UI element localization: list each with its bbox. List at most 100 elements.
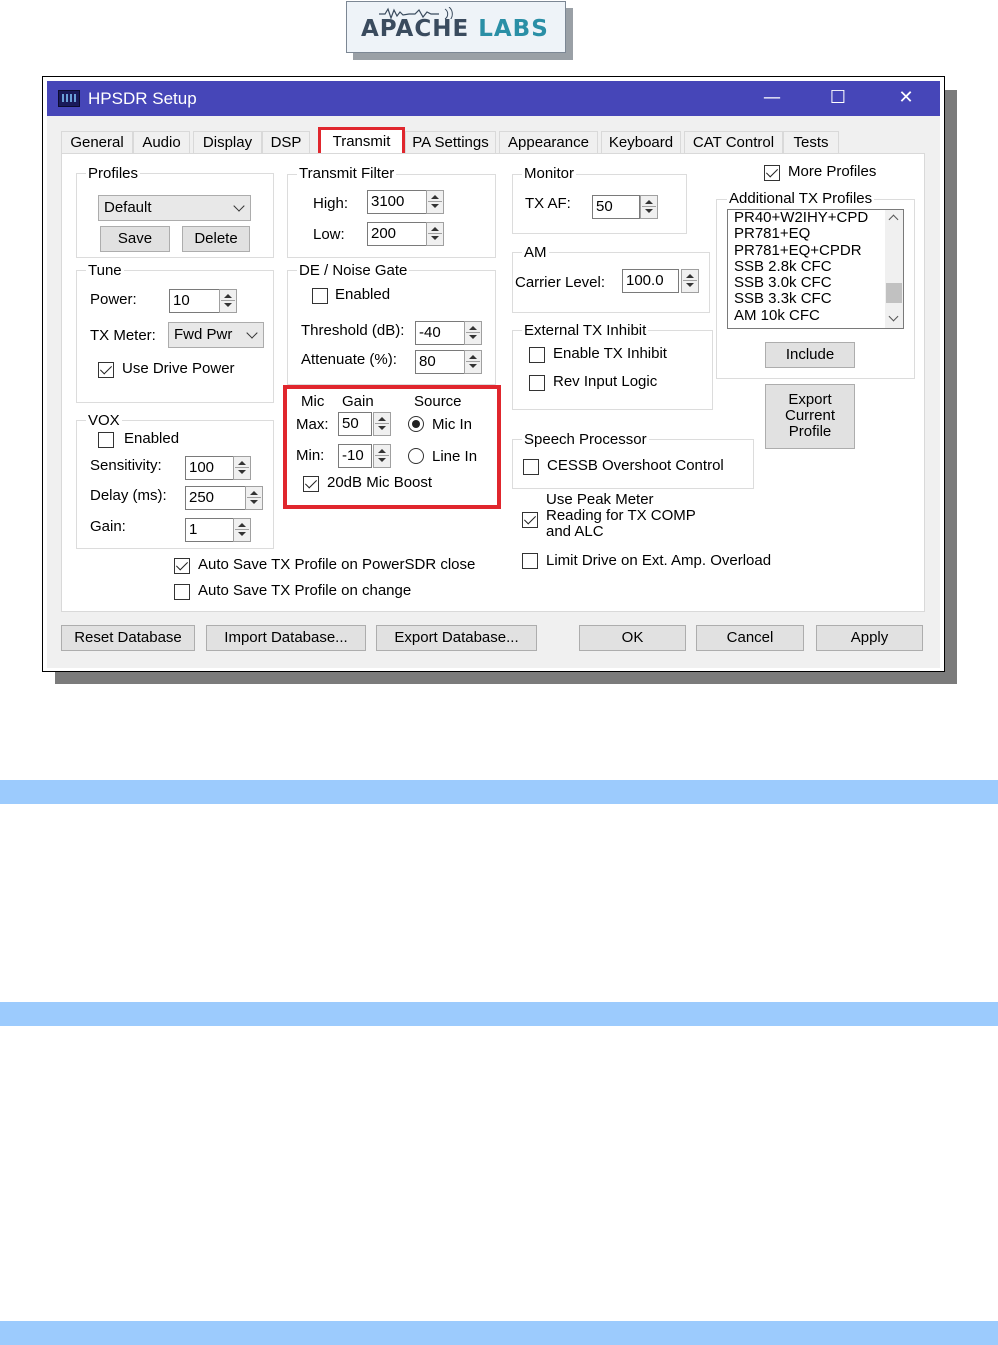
include-button[interactable]: Include	[765, 342, 855, 368]
list-item[interactable]: AM 10k CFC	[728, 307, 903, 324]
tab-appearance[interactable]: Appearance	[499, 131, 598, 153]
peak-meter-checkbox[interactable]	[522, 512, 538, 528]
sensitivity-input[interactable]: 100	[185, 456, 235, 480]
mic-min-input[interactable]: -10	[338, 444, 372, 468]
rev-input-logic-checkbox[interactable]	[529, 375, 545, 391]
tab-display[interactable]: Display	[193, 131, 262, 153]
cancel-button[interactable]: Cancel	[696, 625, 804, 651]
noise-gate-enabled-checkbox[interactable]	[312, 288, 328, 304]
list-item[interactable]: SSB 3.0k CFC	[728, 274, 903, 291]
title-bar[interactable]: HPSDR Setup — ☐ ✕	[47, 81, 940, 116]
tab-dsp[interactable]: DSP	[262, 131, 310, 153]
tab-keyboard[interactable]: Keyboard	[601, 131, 681, 153]
attenuate-spinner[interactable]	[464, 350, 482, 374]
list-item[interactable]: PR781+EQ	[728, 225, 903, 242]
vox-gain-spinner[interactable]	[233, 518, 251, 542]
tab-cat-control[interactable]: CAT Control	[684, 131, 783, 153]
threshold-input[interactable]: -40	[415, 321, 465, 345]
mic-max-input[interactable]: 50	[338, 412, 372, 436]
use-drive-power-checkbox[interactable]	[98, 362, 114, 378]
delete-profile-button[interactable]: Delete	[182, 226, 250, 252]
list-item[interactable]: PR781+EQ+CPDR	[728, 242, 903, 259]
more-profiles-checkbox[interactable]	[764, 165, 780, 181]
power-spinner[interactable]	[219, 289, 237, 313]
sensitivity-spinner[interactable]	[233, 456, 251, 480]
threshold-spinner[interactable]	[464, 321, 482, 345]
low-spinner[interactable]	[426, 222, 444, 246]
high-spinner[interactable]	[426, 190, 444, 214]
carrier-level-spinner[interactable]	[681, 269, 699, 293]
tab-audio[interactable]: Audio	[133, 131, 190, 153]
low-input[interactable]: 200	[367, 222, 427, 246]
cessb-checkbox[interactable]	[523, 459, 539, 475]
tx-meter-label: TX Meter:	[90, 327, 156, 344]
line-in-radio[interactable]	[408, 448, 424, 464]
auto-save-change-checkbox[interactable]	[174, 584, 190, 600]
carrier-level-input[interactable]: 100.0	[622, 269, 679, 293]
vox-gain-input[interactable]: 1	[185, 518, 235, 542]
delay-label: Delay (ms):	[90, 487, 167, 504]
profiles-group-label: Profiles	[86, 165, 141, 182]
reset-database-button[interactable]: Reset Database	[61, 625, 195, 651]
mic-in-label: Mic In	[432, 416, 473, 433]
additional-profiles-list[interactable]: PR40+W2IHY+CPD PR781+EQ PR781+EQ+CPDR SS…	[727, 209, 904, 329]
mic-boost-label: 20dB Mic Boost	[327, 474, 433, 491]
tx-af-spinner[interactable]	[640, 195, 658, 219]
tx-af-input[interactable]: 50	[592, 195, 640, 219]
tab-general[interactable]: General	[61, 131, 133, 153]
limit-drive-label: Limit Drive on Ext. Amp. Overload	[546, 552, 772, 569]
power-input[interactable]: 10	[169, 289, 221, 313]
mic-boost-checkbox[interactable]	[303, 476, 319, 492]
mic-gain-label: Gain	[342, 393, 374, 410]
mic-source-label: Source	[414, 393, 462, 410]
auto-save-close-label: Auto Save TX Profile on PowerSDR close	[198, 556, 476, 573]
ext-inhibit-group	[512, 330, 713, 410]
apply-button[interactable]: Apply	[816, 625, 923, 651]
speech-processor-label: Speech Processor	[522, 431, 649, 448]
monitor-label: Monitor	[522, 165, 577, 182]
vox-group-label: VOX	[86, 412, 122, 429]
profile-select[interactable]: Default	[98, 195, 251, 221]
maximize-button[interactable]: ☐	[808, 81, 868, 116]
scroll-thumb[interactable]	[886, 283, 902, 303]
auto-save-close-checkbox[interactable]	[174, 558, 190, 574]
mic-in-radio[interactable]	[408, 416, 424, 432]
scroll-down-icon[interactable]	[888, 311, 899, 322]
vox-gain-label: Gain:	[90, 518, 126, 535]
mic-label: Mic	[301, 393, 325, 410]
vox-enabled-label: Enabled	[124, 430, 180, 447]
list-scrollbar[interactable]	[885, 210, 903, 328]
export-database-button[interactable]: Export Database...	[376, 625, 537, 651]
rev-input-logic-label: Rev Input Logic	[553, 373, 658, 390]
list-item[interactable]: PR40+W2IHY+CPD	[728, 210, 903, 226]
limit-drive-checkbox[interactable]	[522, 553, 538, 569]
scroll-up-icon[interactable]	[888, 214, 899, 225]
chevron-down-icon	[233, 200, 245, 212]
list-item[interactable]: SSB 3.3k CFC	[728, 291, 903, 308]
tab-tests[interactable]: Tests	[783, 131, 839, 153]
tab-pa-settings[interactable]: PA Settings	[405, 131, 496, 153]
vox-enabled-checkbox[interactable]	[98, 432, 114, 448]
section-band	[0, 1321, 998, 1345]
ok-button[interactable]: OK	[579, 625, 686, 651]
enable-tx-inhibit-checkbox[interactable]	[529, 347, 545, 363]
save-profile-button[interactable]: Save	[100, 226, 170, 252]
line-in-label: Line In	[432, 448, 478, 465]
attenuate-input[interactable]: 80	[415, 350, 465, 374]
mic-min-spinner[interactable]	[373, 444, 391, 468]
tx-af-label: TX AF:	[525, 195, 571, 212]
mic-max-spinner[interactable]	[373, 412, 391, 436]
tx-meter-select[interactable]: Fwd Pwr	[168, 322, 264, 348]
tune-group-label: Tune	[86, 262, 124, 279]
list-item[interactable]: SSB 2.8k CFC	[728, 258, 903, 275]
import-database-button[interactable]: Import Database...	[206, 625, 366, 651]
delay-spinner[interactable]	[245, 486, 263, 510]
auto-save-change-label: Auto Save TX Profile on change	[198, 582, 412, 599]
export-current-profile-button[interactable]: Export Current Profile	[765, 384, 855, 449]
close-button[interactable]: ✕	[876, 81, 936, 116]
mic-max-label: Max:	[296, 416, 329, 433]
delay-input[interactable]: 250	[185, 486, 247, 510]
high-input[interactable]: 3100	[367, 190, 427, 214]
minimize-button[interactable]: —	[742, 81, 802, 116]
use-drive-power-label: Use Drive Power	[122, 360, 235, 377]
